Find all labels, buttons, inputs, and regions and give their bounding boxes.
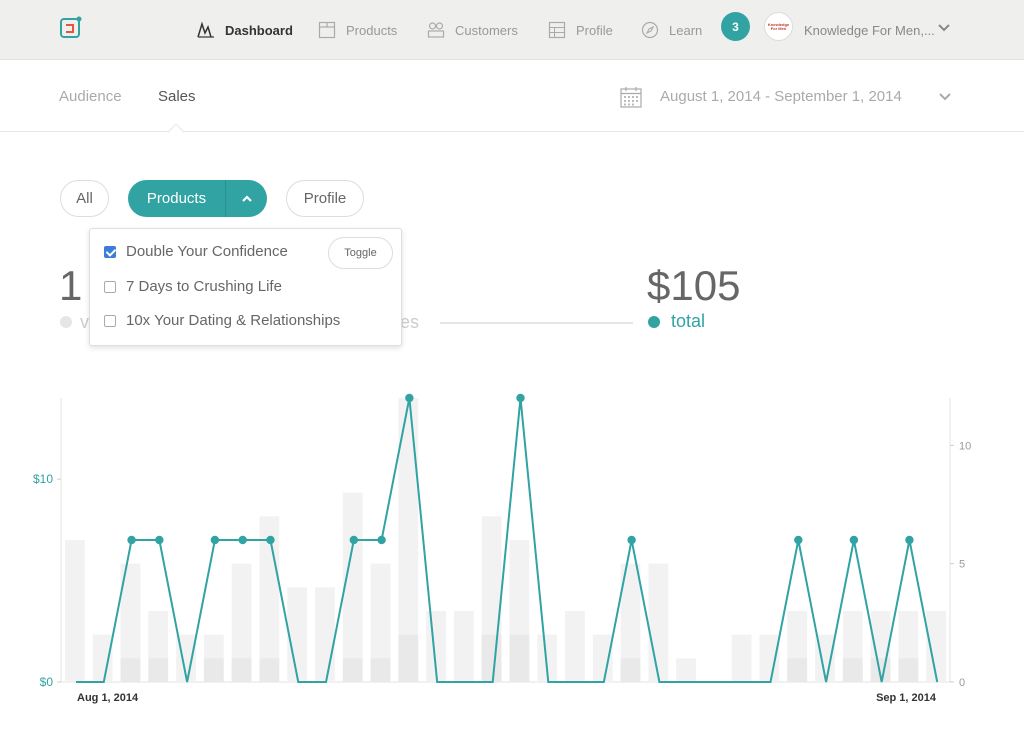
chart-bar-inner: [842, 658, 863, 682]
checkbox[interactable]: [104, 280, 116, 293]
chevron-up-icon: [241, 194, 252, 202]
filter-products-button[interactable]: Products: [128, 180, 267, 217]
chart-bar-inner: [120, 658, 141, 682]
top-nav: Dashboard Products Customers Profile Lea…: [0, 0, 1024, 60]
compass-icon: [641, 21, 659, 39]
dropdown-item-label: 10x Your Dating & Relationships: [126, 312, 341, 329]
notification-badge[interactable]: 3: [721, 12, 750, 41]
right-axis-tick: 10: [959, 440, 971, 452]
box-icon: [318, 21, 336, 39]
chart-bar-inner: [203, 658, 224, 682]
sales-line-point: [405, 393, 414, 403]
nav-customers[interactable]: Customers: [427, 0, 518, 60]
nav-products[interactable]: Products: [318, 0, 397, 60]
chart-bar-inner: [370, 658, 391, 682]
tab-sales[interactable]: Sales: [158, 60, 196, 132]
chart-bar-inner: [481, 634, 502, 682]
date-range-picker[interactable]: August 1, 2014 - September 1, 2014: [660, 60, 902, 132]
dropdown-item-label: 7 Days to Crushing Life: [126, 278, 282, 295]
checkbox[interactable]: [104, 314, 116, 327]
sales-line-point: [266, 535, 275, 545]
chart-bar-inner: [259, 658, 280, 682]
chart-bar-inner: [231, 658, 252, 682]
total-label: total: [671, 311, 706, 331]
chart-bar: [287, 587, 308, 682]
chart-bar-inner: [398, 634, 419, 682]
right-axis-tick: 0: [959, 677, 965, 689]
chart-bar: [65, 540, 85, 682]
nav-dashboard[interactable]: Dashboard: [197, 0, 293, 60]
chart-bar-inner: [787, 658, 808, 682]
dropdown-item-label: Double Your Confidence: [126, 243, 288, 260]
app-logo-icon[interactable]: [59, 16, 83, 40]
chart-bar: [565, 611, 585, 682]
calendar-icon[interactable]: [620, 86, 642, 108]
dropdown-item[interactable]: 7 Days to Crushing Life: [104, 278, 282, 295]
nav-learn[interactable]: Learn: [641, 0, 702, 60]
dashboard-icon: [197, 21, 214, 38]
products-dropdown: Double Your Confidence Toggle 7 Days to …: [89, 228, 402, 346]
chart-bar-inner: [509, 634, 530, 682]
x-axis-label-end: Sep 1, 2014: [876, 692, 937, 704]
sales-line-point: [849, 535, 859, 545]
sales-line-point: [127, 535, 136, 545]
checkbox-checked[interactable]: [104, 245, 116, 258]
sales-line-point: [210, 535, 220, 545]
profile-icon: [548, 21, 566, 39]
chart-bar: [592, 634, 613, 682]
chart-bar: [342, 492, 363, 682]
users-icon: [427, 22, 445, 38]
chart-bar-inner: [342, 658, 363, 682]
dropdown-item[interactable]: Double Your Confidence: [104, 243, 288, 260]
dropdown-toggle[interactable]: [226, 180, 267, 217]
nav-profile[interactable]: Profile: [548, 0, 613, 60]
dropdown-item[interactable]: 10x Your Dating & Relationships: [104, 312, 340, 329]
right-axis-tick: 5: [959, 559, 965, 571]
sales-line-point: [238, 535, 247, 545]
legend-dot-total: [648, 316, 660, 328]
nav-dashboard-label: Dashboard: [225, 22, 293, 38]
chart-bar: [92, 634, 113, 682]
sales-line-point: [349, 535, 359, 545]
sales-line-point: [905, 535, 914, 545]
chart-bar: [315, 587, 335, 682]
nav-profile-label: Profile: [576, 22, 613, 38]
nav-learn-label: Learn: [669, 22, 703, 38]
sales-line-point: [627, 535, 636, 545]
filter-products-label: Products: [146, 190, 207, 207]
nav-customers-label: Customers: [455, 22, 518, 38]
filter-all-button[interactable]: All: [60, 180, 109, 217]
chart-bar: [648, 563, 669, 682]
legend-dot: [60, 316, 72, 328]
sales-line-point: [516, 393, 525, 403]
total-value: $105: [647, 262, 741, 309]
stat-label-partial-mid: es: [400, 312, 420, 332]
stat-label-partial: v: [80, 312, 89, 332]
sales-chart: $0 $10 0 5 10 Aug 1, 2014 Sep 1, 2014: [33, 393, 971, 704]
avatar-logo-line: For Men: [770, 25, 787, 31]
chart-bar: [453, 611, 474, 682]
filter-profile-button[interactable]: Profile: [286, 180, 364, 217]
left-axis-tick: $0: [40, 675, 54, 689]
chart-bar-inner: [620, 658, 641, 682]
chevron-down-icon[interactable]: [937, 20, 951, 34]
chart-bar: [676, 658, 696, 682]
sales-line-point: [377, 535, 386, 545]
tab-audience[interactable]: Audience: [59, 60, 122, 132]
left-axis-tick: $10: [33, 472, 53, 486]
x-axis-label-start: Aug 1, 2014: [77, 692, 139, 704]
sales-line-point: [155, 535, 164, 545]
stat-value-partial: 1: [59, 262, 83, 309]
nav-products-label: Products: [346, 22, 398, 38]
chart-bar-inner: [898, 658, 919, 682]
toggle-button[interactable]: Toggle: [328, 237, 393, 269]
avatar[interactable]: Knowledge For Men: [764, 12, 793, 41]
chart-bar: [731, 634, 752, 682]
account-name[interactable]: Knowledge For Men,...: [804, 0, 935, 60]
chart-bar: [759, 634, 780, 682]
sales-line-point: [794, 535, 803, 545]
stat-divider-line: [440, 322, 633, 324]
chevron-down-icon[interactable]: [938, 89, 952, 103]
chart-bar-inner: [148, 658, 169, 682]
